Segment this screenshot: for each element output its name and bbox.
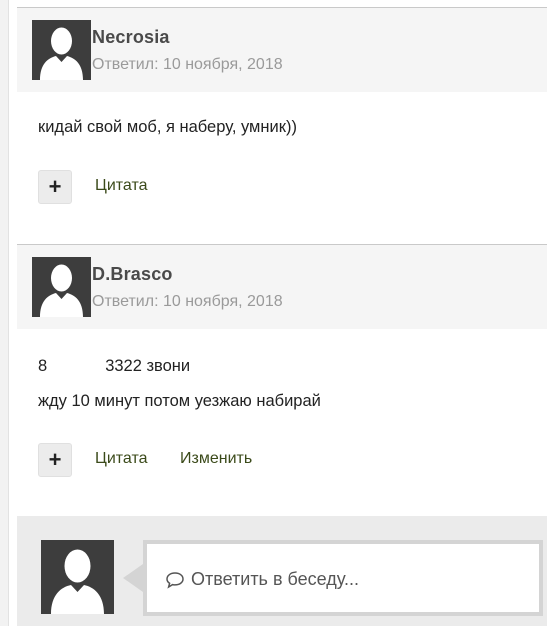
author-name[interactable]: Necrosia [92,27,170,48]
post-body: кидай свой моб, я наберу, умник)) + Цита… [17,92,547,242]
avatar[interactable] [32,20,91,80]
reply-placeholder[interactable]: Ответить в беседу... [165,569,359,590]
post-text-phone: 8 3322 звони [38,357,190,376]
reply-area: Ответить в беседу... [17,516,547,626]
post-header: Necrosia Ответил: 10 ноября, 2018 [17,7,547,92]
default-user-silhouette-icon [40,264,83,317]
author-name[interactable]: D.Brasco [92,264,173,285]
plus-button[interactable]: + [38,170,72,204]
post-date: Ответил: 10 ноября, 2018 [92,56,283,73]
avatar[interactable] [41,540,114,614]
left-rail [0,0,9,626]
edit-link[interactable]: Изменить [180,450,252,468]
default-user-silhouette-icon [51,549,104,614]
quote-link[interactable]: Цитата [95,177,148,195]
quote-link[interactable]: Цитата [95,450,148,468]
reply-placeholder-text: Ответить в беседу... [191,569,359,589]
plus-button[interactable]: + [38,443,72,477]
post-text: жду 10 минут потом уезжаю набирай [38,392,321,410]
post-header: D.Brasco Ответил: 10 ноября, 2018 [17,244,547,329]
phone-prefix: 8 [38,357,48,375]
reply-box-pointer [123,564,143,592]
phone-suffix: 3322 звони [105,357,191,375]
post: Necrosia Ответил: 10 ноября, 2018 кидай … [17,7,547,242]
default-user-silhouette-icon [40,27,83,80]
redacted-region [47,357,106,371]
post-date: Ответил: 10 ноября, 2018 [92,293,283,310]
post-text: кидай свой моб, я наберу, умник)) [38,118,297,136]
speech-bubble-icon [166,571,184,589]
avatar[interactable] [32,257,91,317]
